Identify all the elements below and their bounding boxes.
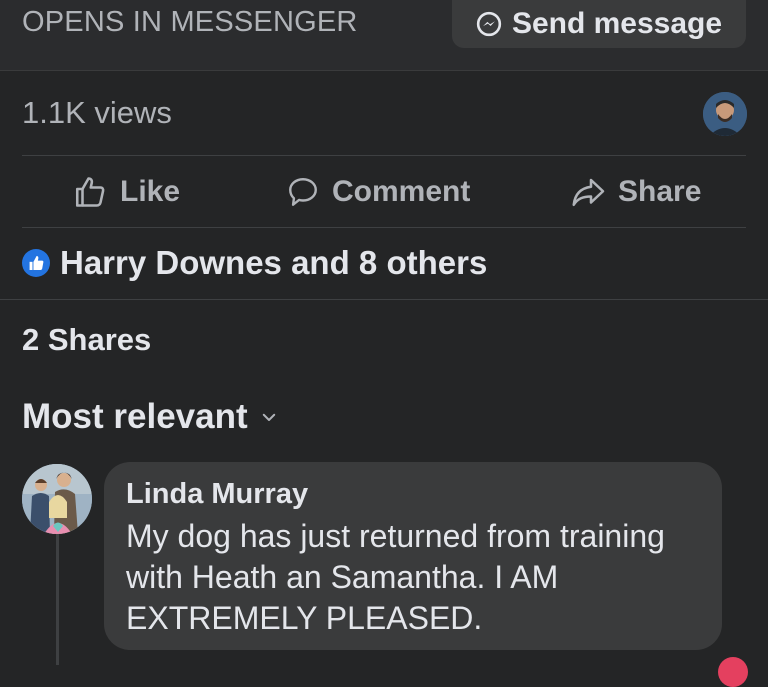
reactions-summary[interactable]: Harry Downes and 8 others xyxy=(22,244,487,282)
divider xyxy=(0,299,768,300)
like-label: Like xyxy=(120,175,181,208)
reactions-summary-label: Harry Downes and 8 others xyxy=(60,244,488,281)
divider xyxy=(22,227,746,228)
chevron-down-icon xyxy=(260,408,278,426)
like-reaction-icon xyxy=(22,249,50,277)
comment-text: My dog has just returned from training w… xyxy=(126,518,665,636)
reaction-badge xyxy=(718,657,748,687)
commenter-avatar[interactable] xyxy=(22,464,92,534)
viewer-avatar[interactable] xyxy=(703,92,747,136)
shares-count[interactable]: 2 Shares xyxy=(22,322,151,358)
comment-icon xyxy=(286,175,320,209)
share-button[interactable]: Share xyxy=(570,170,701,214)
comment-sort-dropdown[interactable]: Most relevant xyxy=(22,397,278,437)
comment-label: Comment xyxy=(332,175,471,208)
divider xyxy=(22,155,746,156)
comment-button[interactable]: Comment xyxy=(286,170,470,214)
send-message-button[interactable]: Send message xyxy=(452,0,746,48)
comment-author[interactable]: Linda Murray xyxy=(126,478,308,511)
opens-in-messenger-label: OPENS IN MESSENGER xyxy=(22,6,358,38)
share-label: Share xyxy=(618,175,702,208)
share-icon xyxy=(570,174,606,210)
messenger-icon xyxy=(476,11,502,37)
thread-line xyxy=(56,530,59,665)
send-message-label: Send message xyxy=(511,7,723,40)
comment-sort-label: Most relevant xyxy=(22,397,248,436)
like-button[interactable]: Like xyxy=(72,170,180,214)
thumbs-up-icon xyxy=(72,174,108,210)
views-count: 1.1K views xyxy=(22,95,172,130)
